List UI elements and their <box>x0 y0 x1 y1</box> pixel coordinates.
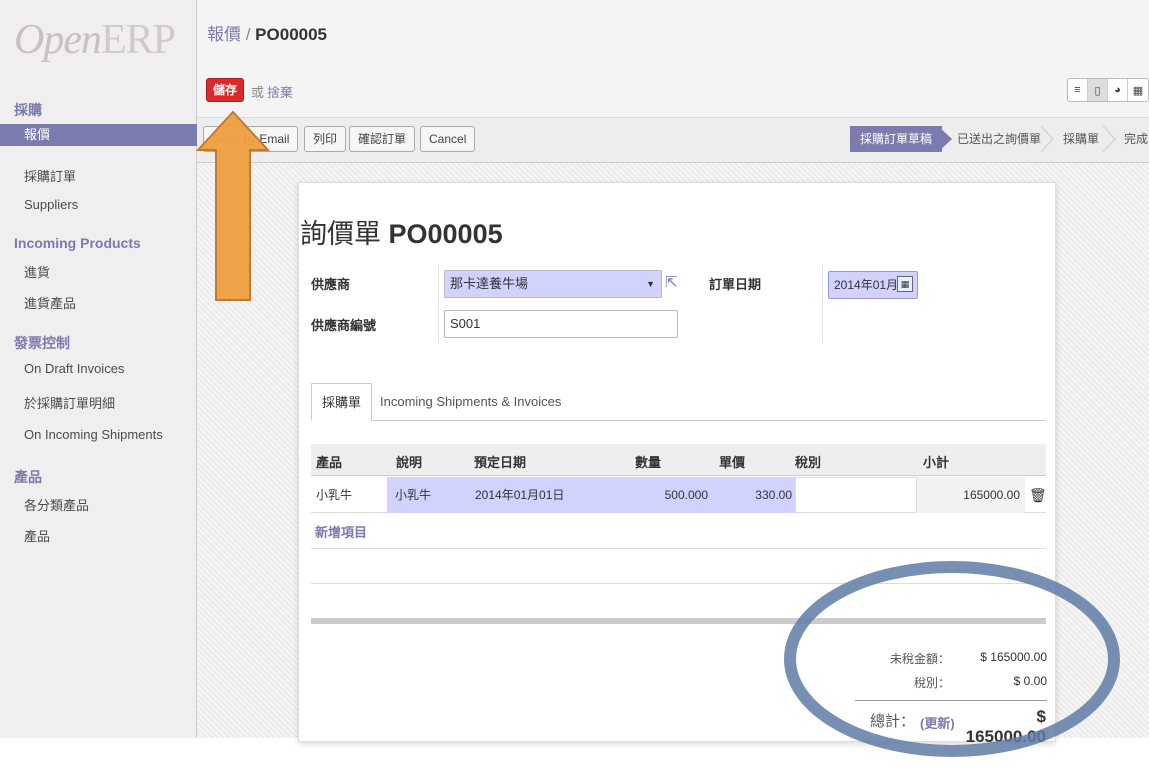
supplier-field[interactable]: 那卡達養牛場 ▼ <box>444 270 662 298</box>
calendar-icon[interactable]: ▦ <box>897 276 913 292</box>
col-product[interactable]: 產品 <box>316 452 342 471</box>
graph-view-icon[interactable]: ◕ <box>1108 79 1128 101</box>
field-separator <box>438 265 439 343</box>
or-text: 或 <box>251 85 265 100</box>
list-view-icon[interactable]: ≡ <box>1068 79 1088 101</box>
total-label: 總計： <box>870 713 916 730</box>
sidebar-item-incoming[interactable]: 進貨 <box>24 262 50 281</box>
supplier-ref-field[interactable]: S001 <box>444 310 678 338</box>
view-switcher: ≡ ▯ ◕ ▦ <box>1067 78 1149 102</box>
col-taxes[interactable]: 稅別 <box>795 452 821 471</box>
cell-product[interactable]: 小乳牛 <box>311 477 387 513</box>
confirm-order-button[interactable]: 確認訂單 <box>349 126 416 152</box>
order-date-value: 2014年01月0 <box>834 278 905 292</box>
stage-chevron-icon <box>1103 126 1116 152</box>
stage-rfq-sent: 已送出之詢價單 <box>957 132 1042 146</box>
sidebar-section-products: 產品 <box>14 469 42 485</box>
header: 報價 / PO00005 儲存 或 捨棄 ≡ ▯ ◕ ▦ <box>197 0 1149 118</box>
tax-value: $ 0.00 <box>1013 674 1047 688</box>
dropdown-arrow-icon[interactable]: ▼ <box>646 271 655 297</box>
cancel-button[interactable]: Cancel <box>420 126 476 152</box>
stage-done: 完成 <box>1124 132 1149 146</box>
cell-description[interactable]: 小乳牛 <box>387 477 465 513</box>
stage-draft-po: 採購訂單草稿 <box>850 126 943 152</box>
breadcrumb: 報價 / PO00005 <box>207 20 327 45</box>
cell-subtotal: 165000.00 <box>917 477 1025 513</box>
total-value: $ 165000.00 <box>965 707 1046 746</box>
untaxed-amount-value: $ 165000.00 <box>980 650 1047 664</box>
sidebar-item-products[interactable]: 產品 <box>24 526 50 545</box>
cell-scheduled-date[interactable]: 2014年01月01日 <box>465 477 627 513</box>
sidebar-item-suppliers[interactable]: Suppliers <box>24 197 78 212</box>
field-separator <box>822 265 823 343</box>
document-title: 詢價單 PO00005 <box>300 219 503 249</box>
breadcrumb-separator: / <box>241 25 256 44</box>
totals-divider <box>855 700 1047 701</box>
table-row[interactable]: 小乳牛 小乳牛 2014年01月01日 500.000 330.00 16500… <box>311 477 1047 513</box>
update-link[interactable]: (更新) <box>920 713 955 732</box>
status-bar: Send by Email 列印 確認訂單 Cancel 採購訂單草稿 已送出之… <box>197 118 1149 163</box>
sidebar-item-incoming-products[interactable]: 進貨產品 <box>24 293 76 312</box>
supplier-value: 那卡達養牛場 <box>450 276 529 291</box>
col-scheduled-date[interactable]: 預定日期 <box>474 452 526 471</box>
sidebar-section-invoice-control: 發票控制 <box>14 335 70 351</box>
col-description[interactable]: 說明 <box>396 452 422 471</box>
tab-shipments-invoices[interactable]: Incoming Shipments & Invoices <box>370 383 571 421</box>
add-item-link[interactable]: 新增項目 <box>315 522 367 541</box>
sidebar-item-draft-invoices[interactable]: On Draft Invoices <box>24 361 124 376</box>
form-view-icon[interactable]: ▯ <box>1088 79 1108 101</box>
sidebar-item-po-lines[interactable]: 於採購訂單明細 <box>24 393 115 412</box>
tab-purchase-order[interactable]: 採購單 <box>311 383 373 421</box>
col-quantity[interactable]: 數量 <box>635 452 661 471</box>
print-button[interactable]: 列印 <box>304 126 347 152</box>
table-header: 產品 說明 預定日期 數量 單價 稅別 小計 <box>311 444 1046 476</box>
col-unit-price[interactable]: 單價 <box>719 452 745 471</box>
breadcrumb-current: PO00005 <box>255 25 328 44</box>
discard-link[interactable]: 捨棄 <box>267 82 293 101</box>
stage-purchase-order: 採購單 <box>1063 132 1100 146</box>
stage-chevron-icon <box>938 126 952 152</box>
sidebar-section-incoming-products: Incoming Products <box>14 235 141 251</box>
cell-taxes[interactable] <box>795 477 917 513</box>
tax-label: 稅別： <box>913 676 950 690</box>
openerp-logo[interactable]: OpenERP <box>14 16 176 64</box>
untaxed-amount-label: 未稅金額： <box>889 652 950 666</box>
save-button[interactable]: 儲存 <box>206 78 244 102</box>
col-subtotal[interactable]: 小計 <box>923 452 949 471</box>
sidebar-section-purchase: 採購 <box>14 102 42 118</box>
breadcrumb-parent[interactable]: 報價 <box>207 25 241 44</box>
stage-chevron-icon <box>1041 126 1054 152</box>
cell-quantity[interactable]: 500.000 <box>627 477 711 513</box>
calendar-view-icon[interactable]: ▦ <box>1128 79 1148 101</box>
table-divider <box>311 548 1046 549</box>
order-date-label: 訂單日期 <box>709 277 762 292</box>
sidebar-item-product-categories[interactable]: 各分類產品 <box>24 495 89 514</box>
sidebar-item-purchase-orders[interactable]: 採購訂單 <box>24 166 76 185</box>
cell-unit-price[interactable]: 330.00 <box>711 477 795 513</box>
trash-icon[interactable]: 🗑 <box>1029 477 1047 513</box>
supplier-label: 供應商 <box>311 277 351 292</box>
sidebar-item-quotations[interactable]: 報價 <box>0 124 197 146</box>
external-link-icon[interactable]: ⇱ <box>665 273 678 291</box>
table-divider <box>311 583 1046 584</box>
sidebar-item-incoming-shipments[interactable]: On Incoming Shipments <box>24 427 163 442</box>
sidebar: OpenERP 採購 報價 採購訂單 Suppliers Incoming Pr… <box>0 0 197 738</box>
supplier-ref-label: 供應商編號 <box>311 318 377 333</box>
annotation-arrow-icon <box>196 110 270 301</box>
table-footer-bar <box>311 618 1046 624</box>
